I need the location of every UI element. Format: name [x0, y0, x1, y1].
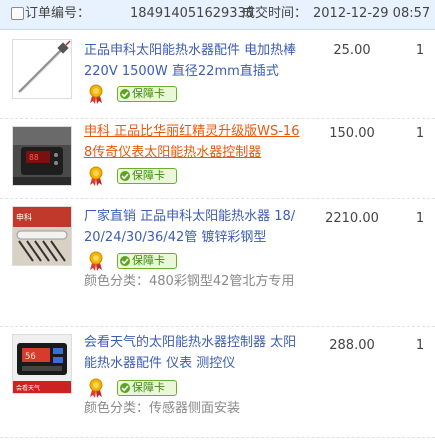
check-shield-icon [120, 89, 130, 99]
check-shield-icon [120, 171, 130, 181]
product-title-link[interactable]: 厂家直销 正品申科太阳能热水器 18/20/24/30/36/42管 镀锌彩钢型 [84, 206, 302, 248]
item-price: 150.00 [329, 126, 375, 141]
product-title-link[interactable]: 正品申科太阳能热水器配件 电加热棒 220V 1500W 直径22mm直插式 [84, 40, 302, 82]
svg-text:56: 56 [25, 352, 36, 362]
medal-icon[interactable] [88, 378, 104, 398]
product-thumbnail[interactable]: 申科 [12, 206, 72, 266]
order-header: 订单编号： 184914051629338 成交时间： 2012-12-29 0… [0, 0, 435, 30]
medal-icon[interactable] [88, 251, 104, 271]
item-variant: 颜色分类：480彩钢型42管北方专用 [84, 274, 295, 289]
guarantee-card-badge[interactable]: 保障卡 [117, 86, 177, 102]
deal-time-label: 成交时间： [242, 6, 308, 21]
controller-image: 88 [13, 127, 71, 185]
item-price: 288.00 [329, 338, 375, 353]
svg-text:会看天气: 会看天气 [16, 384, 40, 392]
deal-time: 2012-12-29 08:57 [313, 6, 431, 21]
order-number-label: 订单编号： [25, 6, 91, 21]
guarantee-card-badge[interactable]: 保障卡 [117, 380, 177, 396]
check-shield-icon [120, 256, 130, 266]
product-thumbnail[interactable]: 88 [12, 126, 72, 186]
smart-controller-image: 56 会看天气 [13, 335, 71, 393]
item-price: 25.00 [333, 43, 371, 58]
item-quantity: 1 [415, 126, 425, 141]
medal-icon[interactable] [88, 166, 104, 186]
order-item: 88 申科 正品比华丽红精灵升级版WS-168传奇仪表太阳能热水器控制器 150… [0, 118, 435, 186]
heating-rod-image [13, 40, 71, 98]
guarantee-card-label: 保障卡 [132, 381, 165, 394]
guarantee-card-label: 保障卡 [132, 169, 165, 182]
order-item: 申科 厂家直销 正品申科太阳能热水器 18/20/24/30/36/42管 镀锌… [0, 198, 435, 318]
check-shield-icon [120, 383, 130, 393]
item-price: 2210.00 [325, 211, 379, 226]
order-number: 184914051629338 [130, 6, 255, 21]
item-quantity: 1 [415, 338, 425, 353]
item-variant: 颜色分类：传感器侧面安装 [84, 401, 241, 416]
product-title-link[interactable]: 申科 正品比华丽红精灵升级版WS-168传奇仪表太阳能热水器控制器 [84, 121, 302, 163]
product-thumbnail[interactable]: 56 会看天气 [12, 334, 72, 394]
water-heater-image: 申科 [13, 207, 71, 265]
guarantee-card-badge[interactable]: 保障卡 [117, 168, 177, 184]
medal-icon[interactable] [88, 84, 104, 104]
order-item: 56 会看天气 会看天气的太阳能热水器控制器 太阳能热水器配件 仪表 测控仪 2… [0, 326, 435, 438]
guarantee-card-badge[interactable]: 保障卡 [117, 253, 177, 269]
order-item: 正品申科太阳能热水器配件 电加热棒 220V 1500W 直径22mm直插式 2… [0, 30, 435, 118]
item-quantity: 1 [415, 211, 425, 226]
svg-text:88: 88 [29, 153, 39, 162]
svg-text:申科: 申科 [16, 212, 32, 222]
guarantee-card-label: 保障卡 [132, 87, 165, 100]
guarantee-card-label: 保障卡 [132, 254, 165, 267]
item-divider [0, 437, 435, 438]
order-select-checkbox[interactable] [11, 7, 24, 20]
item-quantity: 1 [415, 43, 425, 58]
product-thumbnail[interactable] [12, 39, 72, 99]
product-title-link[interactable]: 会看天气的太阳能热水器控制器 太阳能热水器配件 仪表 测控仪 [84, 332, 302, 374]
